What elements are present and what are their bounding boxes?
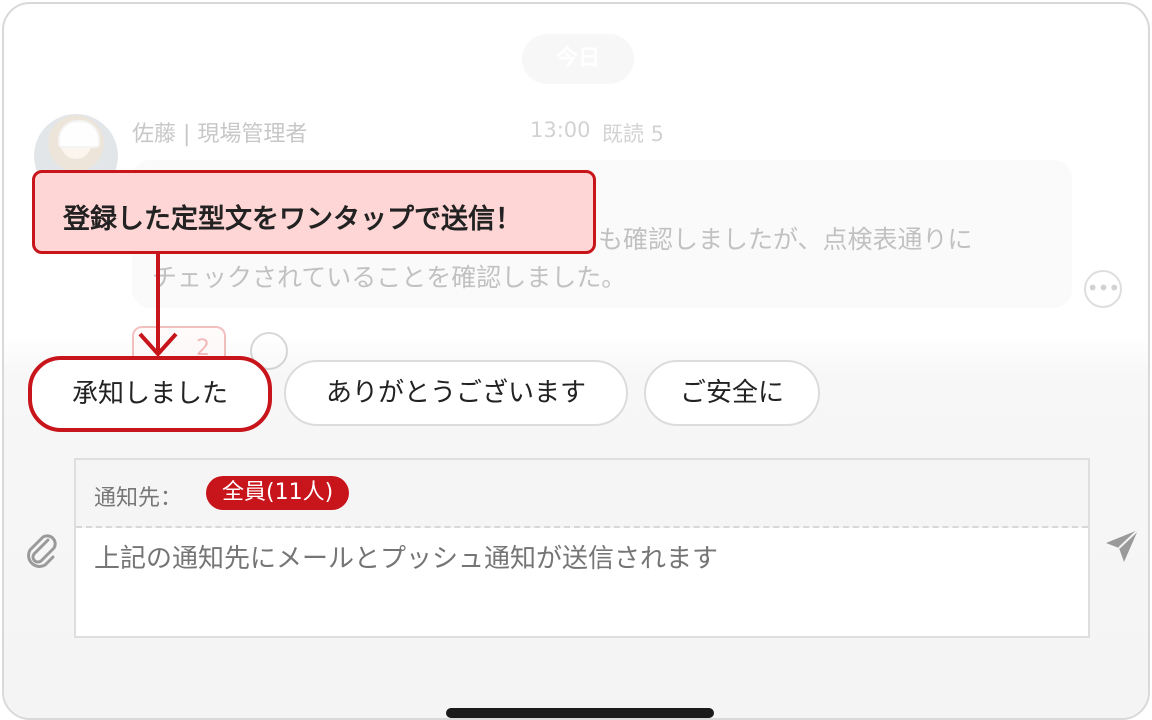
date-divider: 今日 [522,34,634,84]
read-status: 既読 5 [602,122,665,146]
message-time: 13:00 [530,118,591,142]
sender-name: 佐藤 | 現場管理者 [132,122,308,147]
quick-reply-acknowledged[interactable]: 承知しました [28,356,272,432]
ellipsis-icon[interactable]: ••• [1084,270,1122,308]
notify-target-badge[interactable]: 全員(11人) [206,476,350,510]
message-text-line1: も確認しましたが、点検表通りに [598,225,973,254]
quick-reply-stay-safe[interactable]: ご安全に [644,360,820,426]
message-composer: 通知先： 全員(11人) [74,458,1090,638]
callout-text: 登録した定型文をワンタップで送信！ [63,204,522,235]
tip-callout: 登録した定型文をワンタップで送信！ [32,170,596,254]
paperclip-icon[interactable] [22,530,60,568]
quick-reply-thanks[interactable]: ありがとうございます [284,360,628,426]
arrow-down-icon [138,252,178,357]
home-indicator [446,708,714,718]
message-text-line2: チェックされていることを確認しました。 [152,263,627,292]
notify-label: 通知先： [94,486,183,511]
helmet-icon [58,120,100,148]
message-input[interactable] [94,544,1054,574]
notify-target-row: 通知先： 全員(11人) [76,460,1088,528]
device-frame: 今日 佐藤 | 現場管理者 13:00 既読 5 も確認しましたが、点検表通りに… [2,2,1150,720]
send-icon[interactable] [1102,526,1142,566]
